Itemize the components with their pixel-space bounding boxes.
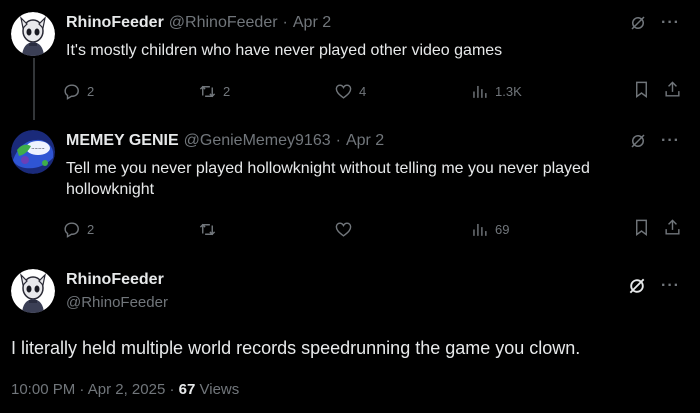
like-icon (335, 83, 352, 99)
grok-icon[interactable] (627, 276, 647, 296)
separator-dot: · (335, 132, 341, 149)
tweet-secondary-actions (632, 80, 682, 102)
main-tweet: RhinoFeeder @RhinoFeeder ··· I literally… (0, 258, 700, 413)
views-icon (473, 223, 487, 236)
more-icon[interactable]: ··· (661, 132, 680, 150)
reply-tweet[interactable]: ~~~~ MEMEY GENIE @GenieMemey9163 · Apr 2… (0, 118, 700, 258)
avatar[interactable]: ~~~~ (11, 130, 55, 174)
view-count: 1.3K (495, 83, 522, 99)
tweet-date[interactable]: Apr 2 (346, 131, 384, 151)
views-label: Views (199, 381, 240, 398)
user-handle[interactable]: @RhinoFeeder (169, 13, 278, 33)
share-icon[interactable] (663, 218, 682, 240)
avatar[interactable] (11, 269, 55, 313)
retweet-button[interactable]: 2 (198, 81, 334, 101)
like-button[interactable] (334, 219, 470, 239)
tweet-top-actions: ··· (629, 132, 680, 150)
tweet-date[interactable]: Apr 2, 2025 (88, 381, 166, 398)
reply-count: 2 (87, 221, 95, 237)
reply-icon (64, 83, 79, 100)
tweet-text: Tell me you never played hollowknight wi… (66, 160, 590, 198)
share-icon[interactable] (663, 80, 682, 102)
retweet-icon (199, 85, 216, 97)
tweet-text: I literally held multiple world records … (11, 338, 581, 358)
tweet-secondary-actions (632, 218, 682, 240)
grok-icon[interactable] (629, 132, 647, 150)
more-icon[interactable]: ··· (661, 14, 680, 32)
reply-icon (64, 221, 79, 238)
tweet-header: MEMEY GENIE @GenieMemey9163 · Apr 2 (66, 131, 384, 151)
like-count: 4 (359, 83, 367, 99)
bookmark-icon[interactable] (632, 80, 651, 102)
reply-tweet[interactable]: RhinoFeeder @RhinoFeeder · Apr 2 ··· It'… (0, 0, 700, 120)
retweet-button[interactable] (198, 219, 334, 239)
more-icon[interactable]: ··· (661, 277, 680, 295)
reply-count: 2 (87, 83, 95, 99)
user-handle[interactable]: @RhinoFeeder (66, 293, 168, 313)
retweet-icon (199, 223, 216, 235)
display-name[interactable]: RhinoFeeder (66, 13, 164, 33)
views-button[interactable]: 69 (470, 219, 590, 239)
views-button[interactable]: 1.3K (470, 81, 590, 101)
tweet-top-actions: ··· (629, 14, 680, 32)
separator-dot: · (282, 14, 288, 31)
tweet-top-actions: ··· (627, 276, 680, 296)
views-icon (473, 85, 487, 98)
separator-dot: · (79, 381, 85, 398)
retweet-count: 2 (223, 83, 231, 99)
avatar[interactable] (11, 12, 55, 56)
reply-button[interactable]: 2 (62, 219, 198, 239)
like-icon (335, 221, 352, 237)
tweet-date[interactable]: Apr 2 (293, 13, 331, 33)
conversation-thread: RhinoFeeder @RhinoFeeder · Apr 2 ··· It'… (0, 0, 700, 413)
display-name[interactable]: RhinoFeeder (66, 270, 168, 290)
grok-icon[interactable] (629, 14, 647, 32)
svg-text:~~~~: ~~~~ (31, 146, 44, 151)
bookmark-icon[interactable] (632, 218, 651, 240)
author-block: RhinoFeeder @RhinoFeeder (66, 270, 168, 313)
tweet-time[interactable]: 10:00 PM (11, 381, 75, 398)
separator-dot: · (169, 381, 175, 398)
tweet-text: It's mostly children who have never play… (66, 42, 503, 59)
thread-connector-line (33, 58, 35, 120)
tweet-metadata: 10:00 PM · Apr 2, 2025 · 67 Views (11, 380, 239, 400)
tweet-header: RhinoFeeder @RhinoFeeder · Apr 2 (66, 13, 331, 33)
tweet-action-bar: 2 69 (62, 218, 682, 240)
user-handle[interactable]: @GenieMemey9163 (184, 131, 331, 151)
display-name[interactable]: MEMEY GENIE (66, 131, 179, 151)
like-button[interactable]: 4 (334, 81, 470, 101)
view-count: 69 (495, 221, 510, 237)
views-count[interactable]: 67 (179, 381, 196, 398)
tweet-action-bar: 2 2 4 1.3K (62, 80, 682, 102)
reply-button[interactable]: 2 (62, 81, 198, 101)
